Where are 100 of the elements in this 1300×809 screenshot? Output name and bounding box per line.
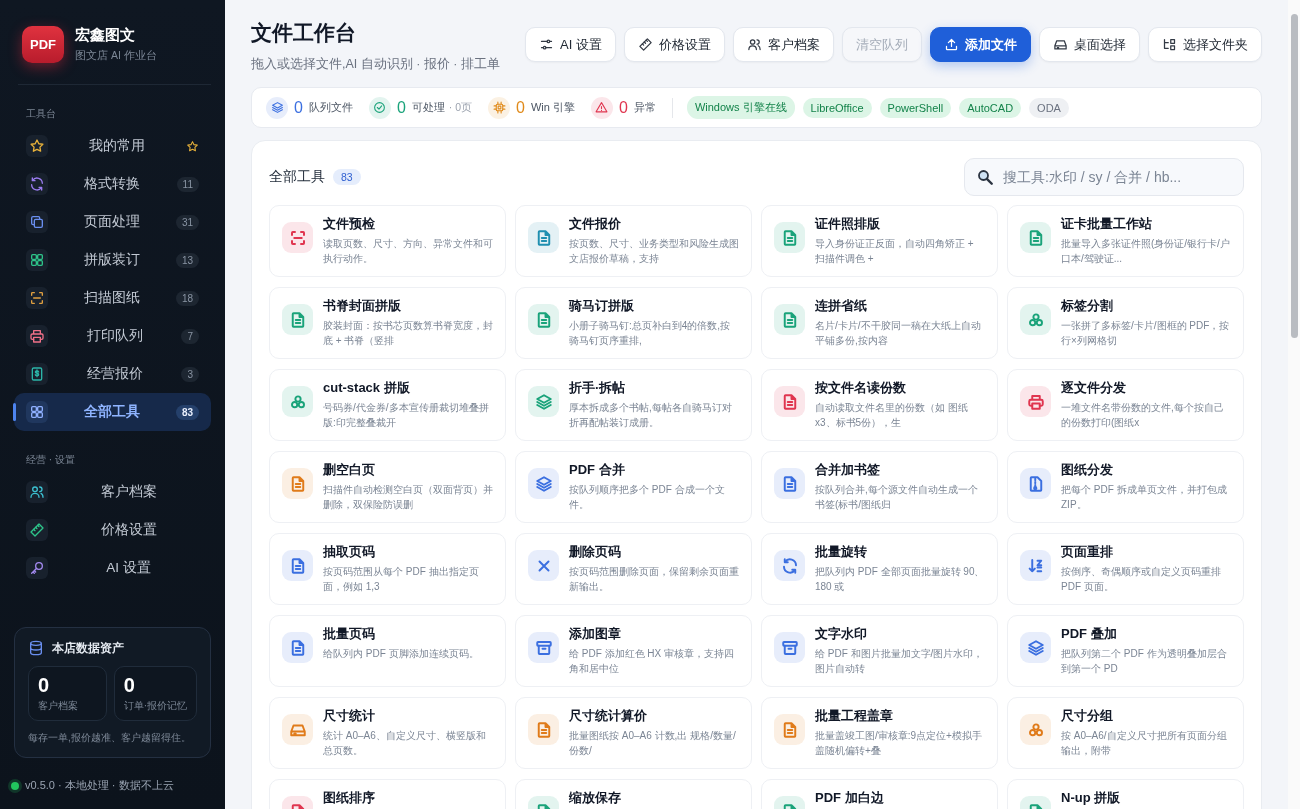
tool-title: PDF 加白边 xyxy=(815,789,884,807)
tool-title: 证卡批量工作站 xyxy=(1061,215,1153,233)
tool-title: 批量页码 xyxy=(323,625,376,643)
tool-title: 连拼省纸 xyxy=(815,297,868,315)
tool-card[interactable]: 图纸分发 把每个 PDF 拆成单页文件，并打包成 ZIP。 xyxy=(1007,451,1244,523)
engine-tag: ODA xyxy=(1029,97,1069,118)
sidebar-item[interactable]: 扫描图纸 18 xyxy=(14,279,211,317)
tool-card[interactable]: 尺寸统计算价 批量图纸按 A0–A6 计数,出 规格/数量/份数/ xyxy=(515,697,752,769)
toolbar-button[interactable]: 添加文件 xyxy=(930,27,1031,62)
tool-description: 按队列合并,每个源文件自动生成一个书签(标书/图纸归 xyxy=(815,483,979,512)
tool-card[interactable]: cut-stack 拼版 号码券/代金券/多本宣传册裁切堆叠拼版:印完整叠裁开 xyxy=(269,369,506,441)
sidebar-item[interactable]: 打印队列 7 xyxy=(14,317,211,355)
sidebar-item[interactable]: 经营报价 3 xyxy=(14,355,211,393)
tool-card[interactable]: PDF 叠加 把队列第二个 PDF 作为透明叠加层合到第一个 PD xyxy=(1007,615,1244,687)
sidebar-item[interactable]: 客户档案 xyxy=(14,473,211,511)
tool-description: 号码券/代金券/多本宣传册裁切堆叠拼版:印完整叠裁开 xyxy=(323,401,490,430)
tool-card[interactable]: 文件报价 按页数、尺寸、业务类型和风险生成图文店报价草稿，支持 xyxy=(515,205,752,277)
tool-description: 名片/卡片/不干胶同一稿在大纸上自动平铺多份,按内容 xyxy=(815,319,982,348)
sidebar-item[interactable]: 拼版装订 13 xyxy=(14,241,211,279)
tool-card[interactable]: 尺寸分组 按 A0–A6/自定义尺寸把所有页面分组输出，附带 xyxy=(1007,697,1244,769)
tool-card[interactable]: 按文件名读份数 自动读取文件名里的份数（如 图纸x3、标书5份），生 xyxy=(761,369,998,441)
tool-card[interactable]: 逐文件分发 一堆文件名带份数的文件,每个按自己的份数打印(图纸x xyxy=(1007,369,1244,441)
tool-card[interactable]: 折手·拆帖 厚本拆成多个书帖,每帖各自骑马订对折再配帖装订成册。 xyxy=(515,369,752,441)
tool-card[interactable]: 文件预检 读取页数、尺寸、方向、异常文件和可执行动作。 xyxy=(269,205,506,277)
tool-card[interactable]: 尺寸统计 统计 A0–A6、自定义尺寸、横竖版和总页数。 xyxy=(269,697,506,769)
tool-card[interactable]: PDF 合并 按队列顺序把多个 PDF 合成一个文件。 xyxy=(515,451,752,523)
tool-card[interactable]: 缩放保存 xyxy=(515,779,752,809)
tool-title: 尺寸统计算价 xyxy=(569,707,648,725)
tool-card[interactable]: 标签分割 一张拼了多标签/卡片/图框的 PDF，按行×列网格切 xyxy=(1007,287,1244,359)
stat-label: 可处理 xyxy=(411,100,445,115)
toolbar-button[interactable]: AI 设置 xyxy=(525,27,616,62)
tool-description: 把每个 PDF 拆成单页文件，并打包成 ZIP。 xyxy=(1061,483,1228,512)
tool-card[interactable]: 抽取页码 按页码范围从每个 PDF 抽出指定页面，例如 1,3 xyxy=(269,533,506,605)
version-text: v0.5.0 · 本地处理 · 数据不上云 xyxy=(25,778,174,793)
tool-title: 批量工程盖章 xyxy=(815,707,894,725)
tool-title: 文件报价 xyxy=(569,215,622,233)
tool-description: 批量导入多张证件照(身份证/银行卡/户口本/驾驶证... xyxy=(1061,237,1231,266)
sidebar-item[interactable]: 价格设置 xyxy=(14,511,211,549)
toolbar-button[interactable]: 价格设置 xyxy=(624,27,725,62)
tool-description: 扫描件自动检测空白页（双面背页）并删除，双保险防误删 xyxy=(323,483,493,512)
tool-description: 统计 A0–A6、自定义尺寸、横竖版和总页数。 xyxy=(323,729,487,758)
tool-description: 按页数、尺寸、业务类型和风险生成图文店报价草稿，支持 xyxy=(569,237,739,266)
tool-card[interactable]: N-up 拼版 xyxy=(1007,779,1244,809)
tool-card[interactable]: 批量工程盖章 批量盖竣工图/审核章:9点定位+模拟手盖随机偏转+叠 xyxy=(761,697,998,769)
tool-card[interactable]: 证件照排版 导入身份证正反面，自动四角矫正 + 扫描件调色 + xyxy=(761,205,998,277)
stat-label: 客户档案 xyxy=(38,699,79,713)
app-subtitle: 图文店 AI 作业台 xyxy=(75,49,157,63)
tool-card[interactable]: PDF 加白边 xyxy=(761,779,998,809)
tool-card[interactable]: 图纸排序 xyxy=(269,779,506,809)
app-logo: PDF xyxy=(22,26,64,63)
sidebar-item[interactable]: 全部工具 83 xyxy=(14,393,211,431)
drive-icon xyxy=(1053,37,1068,52)
chip-icon xyxy=(492,101,506,114)
sidebar-item[interactable]: 页面处理 31 xyxy=(14,203,211,241)
search-field[interactable]: 搜工具:水印 / sy / 合并 / hb... xyxy=(964,158,1244,196)
scrollbar[interactable] xyxy=(1288,0,1300,809)
page-title: 文件工作台 xyxy=(251,20,357,46)
tool-description: 给队列内 PDF 页脚添加连续页码。 xyxy=(323,647,479,661)
tool-description: 给 PDF 和图片批量加文字/图片水印，图片自动转 xyxy=(815,647,985,676)
sidebar-item[interactable]: 格式转换 11 xyxy=(14,165,211,203)
sidebar-item[interactable]: AI 设置 xyxy=(14,549,211,587)
toolbar-button[interactable]: 客户档案 xyxy=(733,27,834,62)
tool-title: 添加图章 xyxy=(569,625,622,643)
tool-card[interactable]: 连拼省纸 名片/卡片/不干胶同一稿在大纸上自动平铺多份,按内容 xyxy=(761,287,998,359)
tool-description: 读取页数、尺寸、方向、异常文件和可执行动作。 xyxy=(323,237,493,266)
tool-title: 图纸分发 xyxy=(1061,461,1114,479)
engine-tag: PowerShell xyxy=(879,97,952,118)
stat-value: 0 xyxy=(294,98,303,117)
tool-card[interactable]: 骑马订拼版 小册子骑马钉:总页补白到4的倍数,按骑马钉页序重排, xyxy=(515,287,752,359)
tool-card[interactable]: 删除页码 按页码范围删除页面，保留剩余页面重新输出。 xyxy=(515,533,752,605)
tool-title: 证件照排版 xyxy=(815,215,881,233)
tool-card[interactable]: 添加图章 给 PDF 添加红色 HX 审核章，支持四角和居中位 xyxy=(515,615,752,687)
tool-description: 给 PDF 添加红色 HX 审核章，支持四角和居中位 xyxy=(569,647,735,676)
tool-card[interactable]: 证卡批量工作站 批量导入多张证件照(身份证/银行卡/户口本/驾驶证... xyxy=(1007,205,1244,277)
count-badge: 83 xyxy=(333,169,361,185)
tool-description: 自动读取文件名里的份数（如 图纸x3、标书5份），生 xyxy=(815,401,969,430)
tool-description: 小册子骑马钉:总页补白到4的倍数,按骑马钉页序重排, xyxy=(569,319,732,348)
ruler-icon xyxy=(638,37,653,52)
tool-card[interactable]: 页面重排 按倒序、奇偶顺序或自定义页码重排 PDF 页面。 xyxy=(1007,533,1244,605)
sidebar-item[interactable]: 我的常用 xyxy=(14,127,211,165)
tool-card[interactable]: 批量页码 给队列内 PDF 页脚添加连续页码。 xyxy=(269,615,506,687)
section-title: 经营 · 设置 xyxy=(26,453,76,467)
upload-icon xyxy=(944,37,959,52)
toolbar-button[interactable]: 选择文件夹 xyxy=(1148,27,1262,62)
tool-title: 合并加书签 xyxy=(815,461,881,479)
tool-title: 缩放保存 xyxy=(569,789,621,807)
tool-description: 把队列第二个 PDF 作为透明叠加层合到第一个 PD xyxy=(1061,647,1228,676)
tool-card[interactable]: 书脊封面拼版 胶装封面：按书芯页数算书脊宽度，封底 + 书脊（竖排 xyxy=(269,287,506,359)
folder-tree-icon xyxy=(1162,37,1177,52)
stat-label: 异常 xyxy=(633,100,656,115)
tool-card[interactable]: 批量旋转 把队列内 PDF 全部页面批量旋转 90、180 或 xyxy=(761,533,998,605)
engine-tag: LibreOffice xyxy=(802,97,872,118)
stat-label: 队列文件 xyxy=(308,100,353,115)
tool-card[interactable]: 文字水印 给 PDF 和图片批量加文字/图片水印，图片自动转 xyxy=(761,615,998,687)
tool-title: 书脊封面拼版 xyxy=(323,297,402,315)
tool-card[interactable]: 合并加书签 按队列合并,每个源文件自动生成一个书签(标书/图纸归 xyxy=(761,451,998,523)
tool-card[interactable]: 删空白页 扫描件自动检测空白页（双面背页）并删除，双保险防误删 xyxy=(269,451,506,523)
toolbar-button[interactable]: 桌面选择 xyxy=(1039,27,1140,62)
stat-value: 0 xyxy=(619,98,628,117)
tool-title: 标签分割 xyxy=(1061,297,1114,315)
